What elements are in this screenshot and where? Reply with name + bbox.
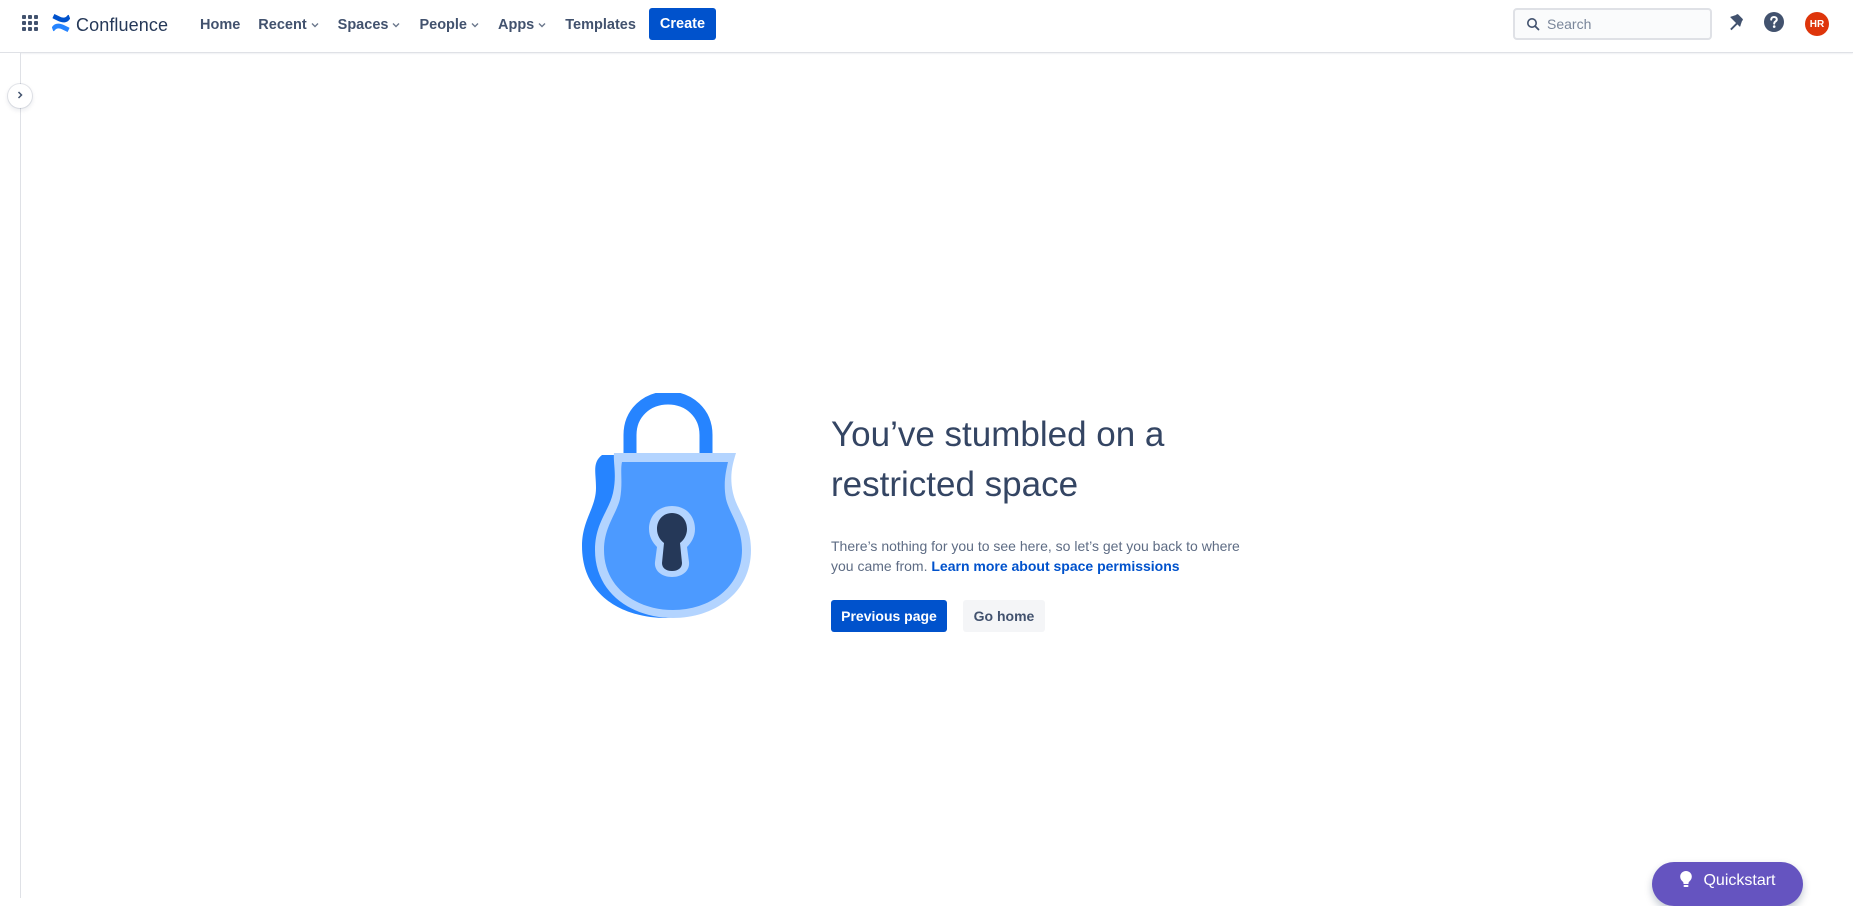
expand-sidebar-button[interactable]	[8, 84, 32, 108]
nav-home-label: Home	[200, 17, 241, 33]
nav-home[interactable]: Home	[191, 10, 249, 40]
avatar[interactable]: HR	[1805, 12, 1829, 36]
primary-nav: Home Recent Spaces People Apps Templates	[191, 10, 645, 40]
nav-templates-label: Templates	[565, 17, 636, 33]
confluence-logo-icon	[51, 13, 71, 37]
quickstart-button[interactable]: Quickstart	[1652, 862, 1803, 906]
search-input[interactable]	[1547, 16, 1697, 32]
go-home-button[interactable]: Go home	[963, 600, 1045, 632]
lightbulb-icon	[1679, 870, 1693, 893]
help-icon	[1763, 11, 1785, 38]
nav-apps-label: Apps	[498, 17, 535, 33]
nav-templates[interactable]: Templates	[556, 10, 645, 40]
previous-page-button[interactable]: Previous page	[831, 600, 947, 632]
quickstart-label: Quickstart	[1703, 872, 1776, 889]
chevron-down-icon	[310, 18, 320, 34]
app-switcher-button[interactable]	[18, 13, 42, 37]
nav-people[interactable]: People	[410, 10, 489, 40]
nav-recent[interactable]: Recent	[249, 10, 328, 40]
space-permissions-link[interactable]: Learn more about space permissions	[931, 558, 1179, 574]
chevron-down-icon	[391, 18, 401, 34]
app-name: Confluence	[76, 14, 169, 35]
chevron-right-icon	[15, 87, 25, 105]
collapsed-sidebar	[0, 53, 21, 898]
page-title: You’ve stumbled on a restricted space	[831, 415, 1165, 504]
app-switcher-icon	[22, 14, 38, 36]
nav-apps[interactable]: Apps	[489, 10, 556, 40]
notifications-button[interactable]	[1723, 12, 1747, 36]
nav-people-label: People	[419, 17, 467, 33]
chevron-down-icon	[470, 18, 480, 34]
create-button[interactable]: Create	[649, 8, 716, 40]
chevron-down-icon	[537, 18, 547, 34]
nav-recent-label: Recent	[258, 17, 307, 33]
error-description: There’s nothing for you to see here, so …	[831, 536, 1261, 576]
padlock-icon	[576, 391, 756, 623]
search-box[interactable]	[1513, 8, 1712, 40]
top-navigation: Confluence Home Recent Spaces People App…	[0, 0, 1853, 53]
search-icon	[1521, 12, 1545, 36]
help-button[interactable]	[1762, 11, 1786, 38]
nav-spaces-label: Spaces	[337, 17, 389, 33]
confluence-logo[interactable]: Confluence	[51, 12, 168, 38]
notification-icon	[1725, 12, 1745, 37]
nav-spaces[interactable]: Spaces	[329, 10, 411, 40]
